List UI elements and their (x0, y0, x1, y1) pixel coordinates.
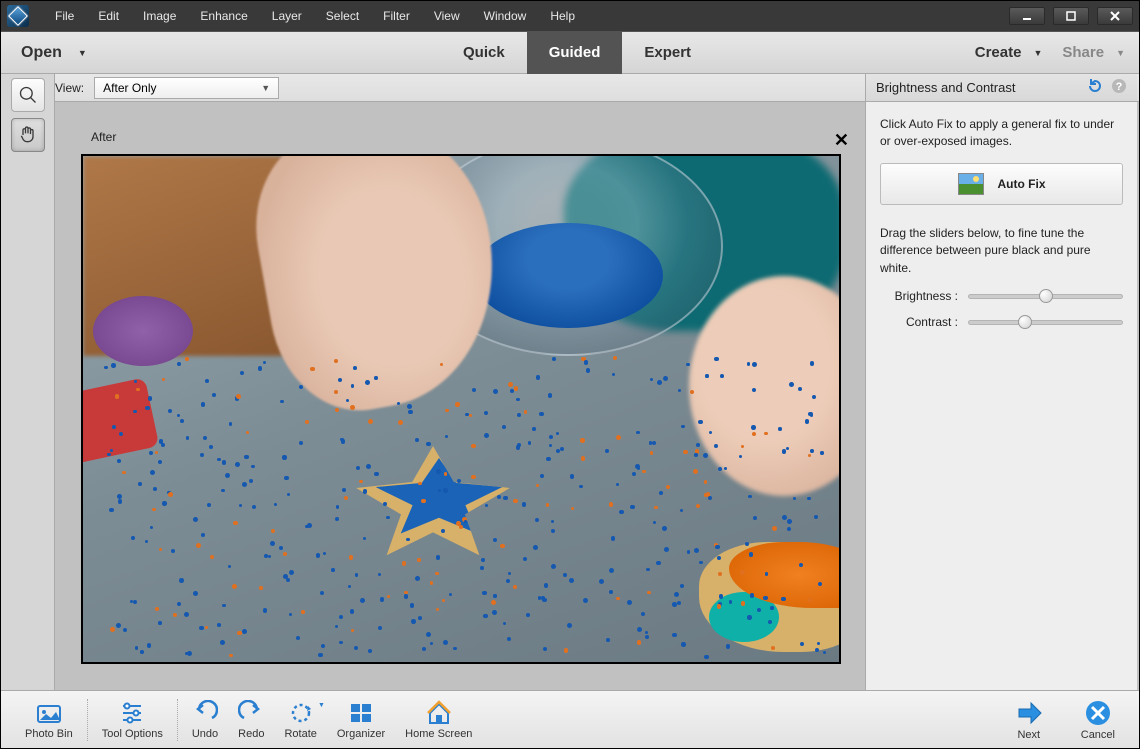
cancel-label: Cancel (1081, 729, 1115, 741)
home-button[interactable]: Home Screen (395, 700, 482, 740)
canvas-label: After (91, 130, 116, 144)
app-icon (7, 5, 29, 27)
hand-tool[interactable] (11, 118, 45, 152)
hint-autofix: Click Auto Fix to apply a general fix to… (880, 116, 1123, 151)
reset-icon[interactable] (1087, 78, 1103, 97)
brightness-slider[interactable] (968, 289, 1123, 303)
tab-guided[interactable]: Guided (527, 31, 623, 74)
contrast-slider[interactable] (968, 315, 1123, 329)
undo-label: Undo (192, 728, 218, 740)
chevron-down-icon: ▼ (261, 83, 270, 93)
close-icon[interactable]: ✕ (834, 130, 849, 151)
menu-edit[interactable]: Edit (86, 5, 131, 27)
redo-button[interactable]: Redo (228, 700, 274, 740)
autofix-icon (958, 173, 984, 195)
menu-help[interactable]: Help (538, 5, 587, 27)
menu-view[interactable]: View (422, 5, 472, 27)
slider-track (968, 320, 1123, 325)
view-select[interactable]: After Only ▼ (94, 77, 279, 99)
autofix-label: Auto Fix (998, 177, 1046, 191)
slider-thumb[interactable] (1018, 315, 1032, 329)
workarea: After ✕ Click Auto Fix to apply a genera… (1, 102, 1139, 690)
open-label: Open (21, 44, 62, 62)
panel-header: Brightness and Contrast ? (865, 74, 1137, 102)
close-button[interactable] (1097, 7, 1133, 25)
organizer-button[interactable]: Organizer (327, 700, 395, 740)
chevron-down-icon: ▼ (78, 48, 87, 58)
rotate-label: Rotate (284, 728, 316, 740)
undo-button[interactable]: Undo (182, 700, 228, 740)
organizer-label: Organizer (337, 728, 385, 740)
hint-sliders: Drag the sliders below, to fine tune the… (880, 225, 1123, 277)
modebar: Open ▼ Quick Guided Expert Create ▼ Shar… (1, 31, 1139, 74)
photo-bin-label: Photo Bin (25, 728, 73, 740)
view-select-value: After Only (103, 81, 156, 95)
svg-text:?: ? (1116, 81, 1123, 93)
titlebar: File Edit Image Enhance Layer Select Fil… (1, 1, 1139, 31)
minimize-button[interactable] (1009, 7, 1045, 25)
photo-content (83, 156, 839, 662)
share-label: Share (1062, 44, 1104, 61)
next-label: Next (1017, 729, 1040, 741)
rotate-button[interactable]: Rotate ▼ (274, 700, 326, 740)
help-icon[interactable]: ? (1111, 78, 1127, 97)
home-label: Home Screen (405, 728, 472, 740)
bottombar: Photo Bin Tool Options Undo Redo Rotate … (1, 690, 1139, 748)
open-button[interactable]: Open ▼ (1, 32, 106, 73)
chevron-down-icon: ▼ (1033, 48, 1042, 58)
photo-bin-button[interactable]: Photo Bin (15, 700, 83, 740)
tab-quick[interactable]: Quick (441, 31, 527, 74)
menu-enhance[interactable]: Enhance (188, 5, 259, 27)
brightness-label: Brightness : (880, 289, 958, 303)
redo-label: Redo (238, 728, 264, 740)
menu-image[interactable]: Image (131, 5, 188, 27)
menu-file[interactable]: File (43, 5, 86, 27)
slider-thumb[interactable] (1039, 289, 1053, 303)
zoom-tool[interactable] (11, 78, 45, 112)
view-label: View: (55, 81, 84, 95)
cancel-button[interactable]: Cancel (1071, 699, 1125, 741)
menu-window[interactable]: Window (472, 5, 539, 27)
tab-expert[interactable]: Expert (622, 31, 713, 74)
share-button[interactable]: Share ▼ (1062, 44, 1125, 61)
panel-title: Brightness and Contrast (876, 80, 1015, 95)
next-button[interactable]: Next (1005, 699, 1053, 741)
menu-select[interactable]: Select (314, 5, 371, 27)
tool-options-label: Tool Options (102, 728, 163, 740)
contrast-label: Contrast : (880, 315, 958, 329)
right-panel: Click Auto Fix to apply a general fix to… (865, 102, 1137, 690)
canvas[interactable] (81, 154, 841, 664)
create-label: Create (975, 44, 1022, 61)
maximize-button[interactable] (1053, 7, 1089, 25)
window-controls (1009, 7, 1133, 25)
canvas-wrap: After ✕ (61, 110, 859, 680)
chevron-down-icon: ▼ (1116, 48, 1125, 58)
menubar: File Edit Image Enhance Layer Select Fil… (43, 5, 587, 27)
create-button[interactable]: Create ▼ (975, 44, 1043, 61)
tool-options-button[interactable]: Tool Options (92, 700, 173, 740)
chevron-down-icon: ▼ (318, 702, 325, 709)
autofix-button[interactable]: Auto Fix (880, 163, 1123, 205)
menu-layer[interactable]: Layer (260, 5, 314, 27)
menu-filter[interactable]: Filter (371, 5, 422, 27)
